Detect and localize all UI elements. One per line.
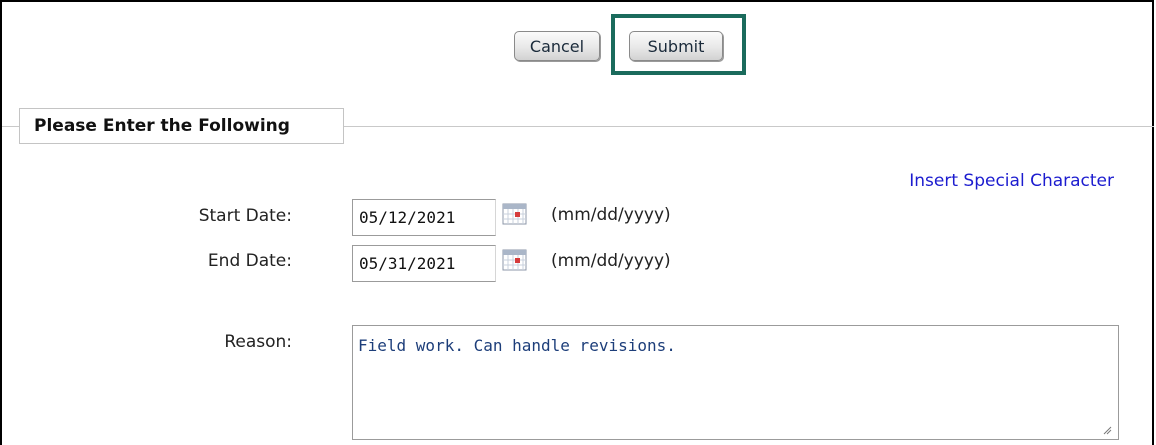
calendar-icon[interactable]: [502, 202, 528, 226]
section-title: Please Enter the Following: [19, 108, 344, 144]
resize-handle-icon[interactable]: [1102, 425, 1112, 435]
cancel-button[interactable]: Cancel: [514, 31, 600, 61]
start-date-input[interactable]: 05/12/2021: [352, 199, 496, 236]
calendar-icon[interactable]: [502, 248, 528, 272]
start-date-format-hint: (mm/dd/yyyy): [551, 205, 671, 225]
insert-special-character-link[interactable]: Insert Special Character: [909, 171, 1114, 191]
reason-textarea[interactable]: Field work. Can handle revisions.: [352, 325, 1119, 440]
reason-label: Reason:: [224, 332, 292, 352]
reason-text: Field work. Can handle revisions.: [358, 336, 676, 355]
end-date-label: End Date:: [207, 251, 292, 271]
end-date-format-hint: (mm/dd/yyyy): [551, 251, 671, 271]
form-panel: Cancel Submit Please Enter the Following…: [0, 0, 1154, 445]
start-date-label: Start Date:: [198, 206, 292, 226]
end-date-input[interactable]: 05/31/2021: [352, 245, 496, 282]
submit-highlight-box: [611, 14, 746, 75]
